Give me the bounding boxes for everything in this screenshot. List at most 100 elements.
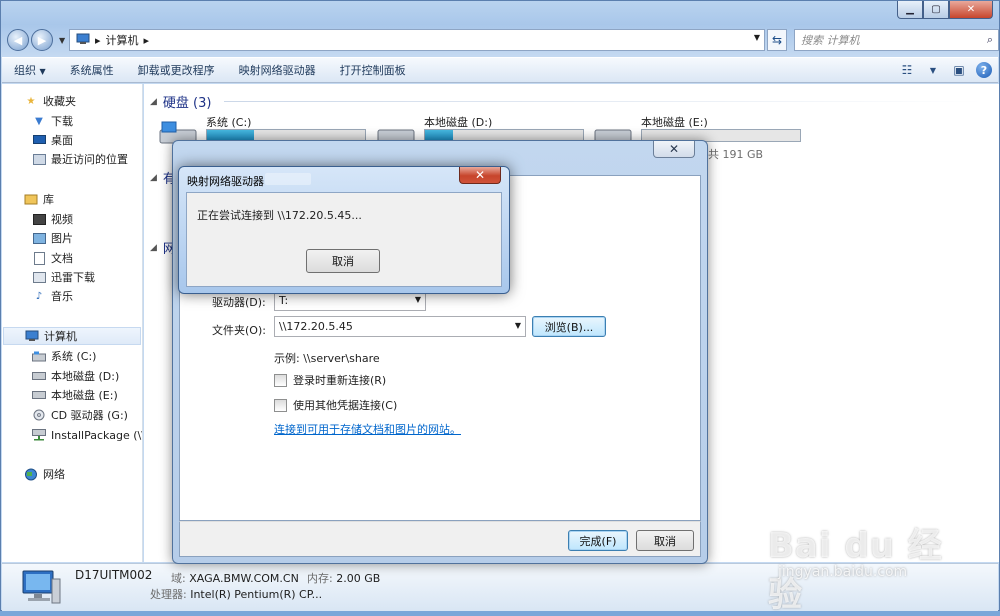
sidebar-item-drive-c[interactable]: 系统 (C:) xyxy=(32,347,96,365)
finish-button[interactable]: 完成(F) xyxy=(568,530,628,551)
folder-label: 文件夹(O): xyxy=(212,324,266,337)
wizard-close-button[interactable]: ✕ xyxy=(653,141,695,158)
window-caption-buttons: ▁ ▢ ✕ xyxy=(897,1,993,19)
sidebar-item-drive-d[interactable]: 本地磁盘 (D:) xyxy=(32,367,119,385)
dialog-body: 正在尝试连接到 \\172.20.5.45... 取消 xyxy=(186,192,502,287)
open-control-panel-button[interactable]: 打开控制面板 xyxy=(328,62,418,78)
search-placeholder: 搜索 计算机 xyxy=(801,34,860,47)
collapse-triangle-icon[interactable]: ◢ xyxy=(150,97,157,107)
folder-path-combo[interactable]: \\172.20.5.45 ▼ xyxy=(274,316,526,337)
back-button[interactable]: ◀ xyxy=(7,29,29,51)
map-network-drive-button[interactable]: 映射网络驱动器 xyxy=(227,62,328,78)
collapse-triangle-icon[interactable]: ◢ xyxy=(150,243,157,253)
title-blurred-region xyxy=(265,173,311,185)
chevron-down-icon: ▼ xyxy=(39,67,46,76)
collapse-triangle-icon[interactable]: ◢ xyxy=(150,173,157,183)
search-icon[interactable]: ⌕ xyxy=(987,33,993,47)
checkbox-box[interactable] xyxy=(274,398,287,412)
sidebar-item-network-share[interactable]: InstallPackage (\\1 xyxy=(32,426,142,444)
breadcrumb-computer[interactable]: 计算机 xyxy=(106,32,139,48)
dialog-close-button[interactable]: ✕ xyxy=(459,167,501,184)
downloads-folder-icon: ▼ xyxy=(35,115,43,127)
chevron-down-icon[interactable]: ▼ xyxy=(515,321,521,330)
forward-button[interactable]: ▶ xyxy=(31,29,53,51)
connecting-message: 正在尝试连接到 \\172.20.5.45... xyxy=(197,209,362,222)
details-pane: D17UITM002 域: XAGA.BMW.COM.CN 内存: 2.00 G… xyxy=(2,563,998,611)
example-text: 示例: \\server\share xyxy=(274,352,380,365)
drive-letter-label: 驱动器(D): xyxy=(212,296,266,309)
dialog-cancel-button[interactable]: 取消 xyxy=(306,249,380,273)
command-bar: 组织 ▼ 系统属性 卸载或更改程序 映射网络驱动器 打开控制面板 ☷ ▼ ▣ ? xyxy=(2,57,998,83)
sidebar-item-xunlei-downloads[interactable]: 迅雷下载 xyxy=(32,268,95,286)
help-icon[interactable]: ? xyxy=(976,62,992,78)
desktop-icon xyxy=(32,134,46,147)
connect-to-website-link[interactable]: 连接到可用于存储文档和图片的网站。 xyxy=(274,421,461,437)
dialog-title: 映射网络驱动器 xyxy=(187,175,264,188)
group-divider xyxy=(224,101,984,102)
sidebar-item-downloads[interactable]: ▼ 下载 xyxy=(32,112,73,130)
document-library-icon xyxy=(32,251,46,265)
drive-e-capacity: 共 191 GB xyxy=(708,148,764,161)
organize-menu[interactable]: 组织 ▼ xyxy=(2,62,58,78)
uninstall-program-button[interactable]: 卸载或更改程序 xyxy=(126,62,227,78)
libraries-icon xyxy=(24,193,38,206)
sidebar-item-cd-drive[interactable]: CD 驱动器 (G:) xyxy=(32,406,128,424)
chevron-down-icon[interactable]: ▼ xyxy=(924,61,942,79)
star-icon: ★ xyxy=(26,95,36,107)
refresh-button[interactable]: ⇆ xyxy=(767,29,787,51)
close-button[interactable]: ✕ xyxy=(949,1,993,19)
sidebar-item-network[interactable]: 网络 xyxy=(24,465,65,483)
navigation-bar: ◀ ▶ ▼ ▸ 计算机 ▸ ▼ ⇆ 搜索 计算机 ⌕ xyxy=(7,27,999,53)
music-note-icon: ♪ xyxy=(35,290,43,302)
sidebar-item-pictures[interactable]: 图片 xyxy=(32,229,73,247)
sidebar-item-recent-places[interactable]: 最近访问的位置 xyxy=(32,150,128,168)
breadcrumb-separator-icon[interactable]: ▸ xyxy=(144,34,150,47)
hard-drive-icon xyxy=(32,389,46,402)
sidebar-item-libraries[interactable]: 库 xyxy=(24,190,54,208)
checkbox-box[interactable] xyxy=(274,373,287,387)
network-drive-icon xyxy=(32,429,46,442)
video-library-icon xyxy=(32,213,46,226)
xunlei-library-icon xyxy=(32,271,46,284)
sidebar-item-desktop[interactable]: 桌面 xyxy=(32,131,73,149)
search-input[interactable]: 搜索 计算机 ⌕ xyxy=(794,29,999,51)
sidebar-item-computer[interactable]: 计算机 xyxy=(3,327,141,345)
hard-drive-icon xyxy=(32,370,46,383)
picture-library-icon xyxy=(32,232,46,245)
wizard-footer: 完成(F) 取消 xyxy=(179,521,701,557)
domain-field: 域: XAGA.BMW.COM.CN xyxy=(171,572,299,585)
computer-icon xyxy=(76,33,90,48)
breadcrumb-separator-icon[interactable]: ▸ xyxy=(95,34,101,47)
sidebar-item-music[interactable]: ♪ 音乐 xyxy=(32,287,73,305)
system-drive-icon xyxy=(32,350,46,363)
computer-icon xyxy=(25,330,39,343)
close-icon: ✕ xyxy=(668,142,680,156)
other-credentials-checkbox[interactable]: 使用其他凭据连接(C) xyxy=(274,397,397,413)
chevron-down-icon[interactable]: ▼ xyxy=(415,295,421,304)
recent-pages-dropdown-icon[interactable]: ▼ xyxy=(59,36,65,45)
browse-button[interactable]: 浏览(B)... xyxy=(532,316,606,337)
system-properties-button[interactable]: 系统属性 xyxy=(58,62,126,78)
wizard-cancel-button[interactable]: 取消 xyxy=(636,530,694,551)
cd-drive-icon xyxy=(32,409,46,422)
sidebar-item-favorites[interactable]: ★ 收藏夹 xyxy=(24,92,76,110)
refresh-icon: ⇆ xyxy=(771,33,783,47)
preview-pane-icon[interactable]: ▣ xyxy=(950,61,968,79)
view-options-icon[interactable]: ☷ xyxy=(898,61,916,79)
address-dropdown-icon[interactable]: ▼ xyxy=(754,33,760,42)
network-globe-icon xyxy=(24,468,38,481)
minimize-button[interactable]: ▁ xyxy=(897,1,923,19)
sidebar-item-videos[interactable]: 视频 xyxy=(32,210,73,228)
sidebar-item-drive-e[interactable]: 本地磁盘 (E:) xyxy=(32,386,118,404)
reconnect-at-logon-checkbox[interactable]: 登录时重新连接(R) xyxy=(274,372,386,388)
memory-field: 内存: 2.00 GB xyxy=(307,572,381,585)
hard-disks-group-header[interactable]: ◢ 硬盘 (3) xyxy=(150,92,211,111)
drive-name: 系统 (C:) xyxy=(206,116,252,129)
maximize-button[interactable]: ▢ xyxy=(923,1,949,19)
computer-icon xyxy=(22,570,61,604)
recent-places-icon xyxy=(32,153,46,166)
sidebar-item-documents[interactable]: 文档 xyxy=(32,249,73,267)
address-bar[interactable]: ▸ 计算机 ▸ ▼ xyxy=(69,29,765,51)
close-icon: ✕ xyxy=(474,168,486,182)
navigation-pane: ★ 收藏夹 ▼ 下载 桌面 最近访问的位置 库 视频 图片 文档 迅雷下载 ♪ … xyxy=(2,84,143,562)
